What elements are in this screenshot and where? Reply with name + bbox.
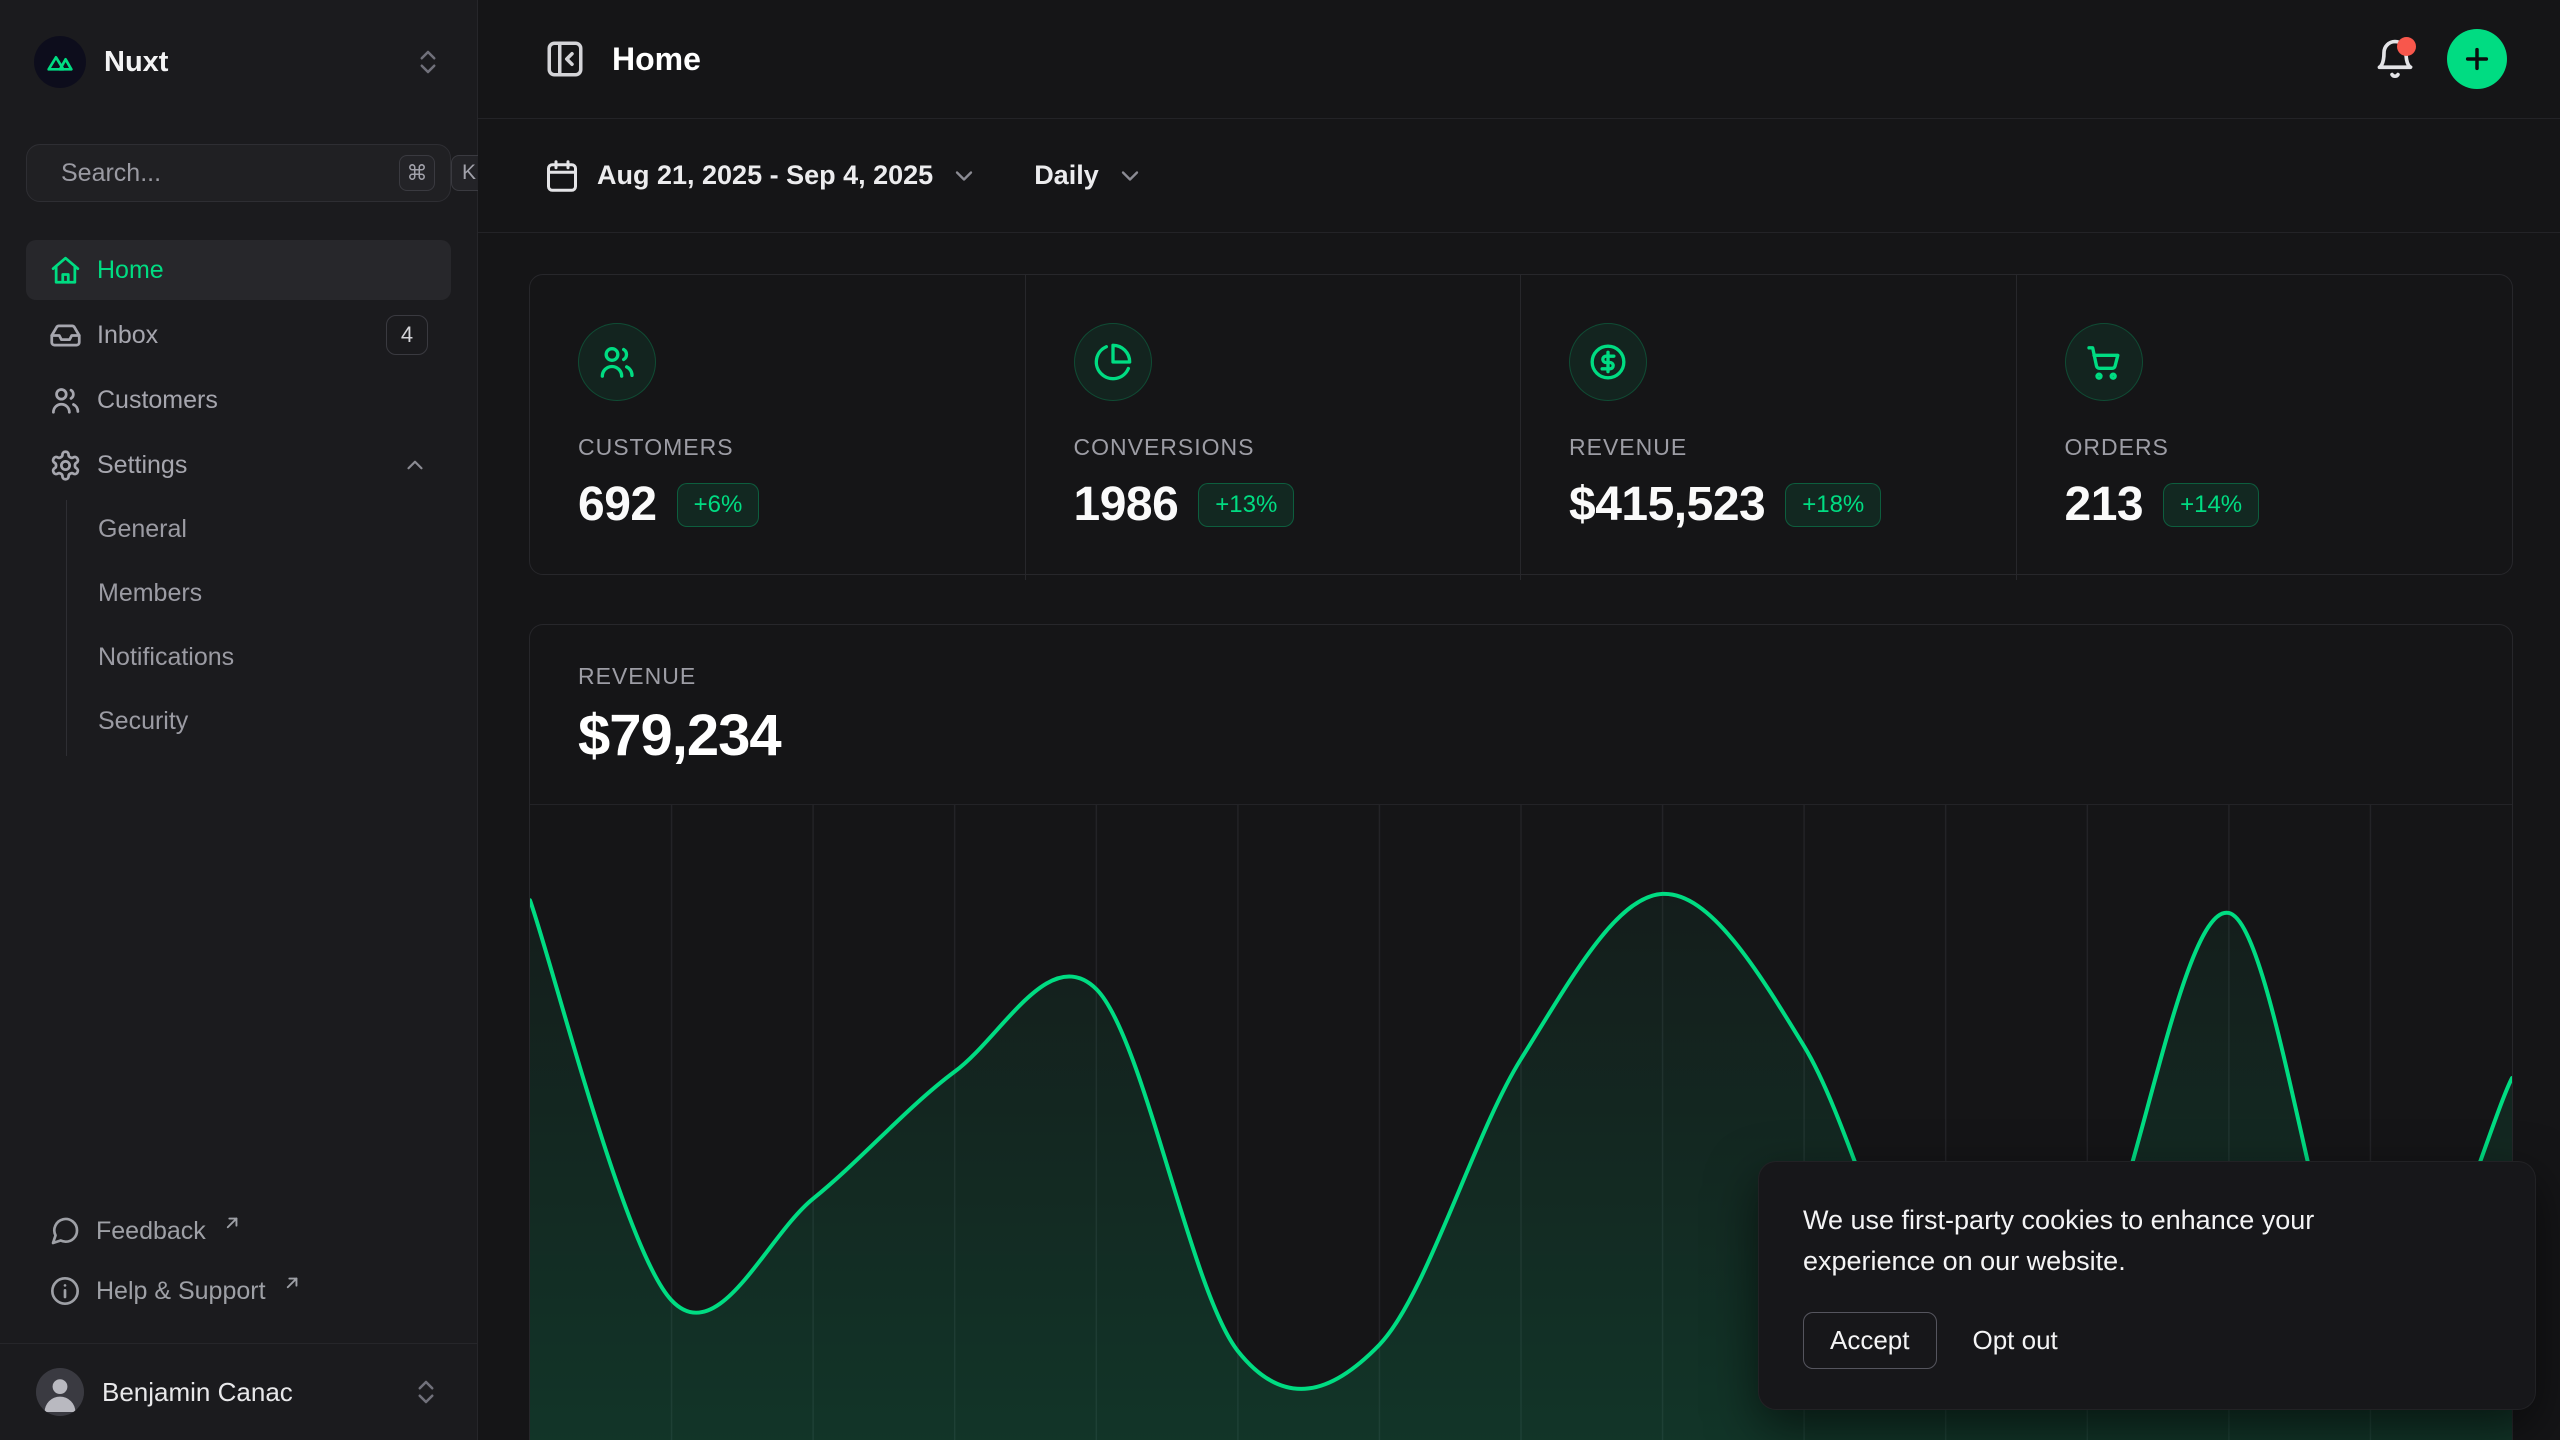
chevron-down-icon: [1116, 162, 1144, 190]
sidebar-item-inbox[interactable]: Inbox 4: [26, 305, 451, 365]
workspace-switcher[interactable]: Nuxt: [26, 30, 451, 94]
collapse-sidebar-icon[interactable]: [544, 38, 586, 80]
notification-dot: [2397, 37, 2416, 56]
sidebar-item-customers[interactable]: Customers: [26, 370, 451, 430]
stat-value: 213: [2065, 477, 2144, 532]
sidebar-item-home[interactable]: Home: [26, 240, 451, 300]
revenue-label: REVENUE: [578, 663, 2464, 690]
external-link-icon: [283, 1273, 302, 1292]
chevrons-up-down-icon: [411, 1377, 441, 1407]
granularity-label: Daily: [1034, 160, 1099, 191]
revenue-panel-header: REVENUE $79,234: [530, 625, 2512, 804]
stat-card-orders: ORDERS 213 +14%: [2017, 275, 2513, 580]
stat-value: $415,523: [1569, 477, 1765, 532]
user-avatar: [36, 1368, 84, 1416]
notifications-button[interactable]: [2373, 37, 2417, 81]
sidebar-spacer: [26, 756, 451, 1201]
sidebar-nav: Home Inbox 4 Customers Settings General …: [26, 240, 451, 756]
stat-delta-badge: +14%: [2163, 483, 2259, 527]
search-input[interactable]: [61, 159, 383, 188]
kbd-cmd: ⌘: [399, 155, 435, 191]
dollar-circle-icon: [1569, 323, 1647, 401]
optout-cookies-button[interactable]: Opt out: [1973, 1313, 2058, 1368]
stat-label: CONVERSIONS: [1074, 434, 1473, 461]
calendar-icon: [544, 158, 580, 194]
add-button[interactable]: [2447, 29, 2507, 89]
date-range-picker[interactable]: Aug 21, 2025 - Sep 4, 2025: [544, 158, 978, 194]
sidebar-item-label: Members: [98, 579, 202, 608]
inbox-count-badge: 4: [386, 315, 428, 355]
chevron-up-icon: [402, 452, 428, 478]
info-circle-icon: [49, 1275, 81, 1307]
page-title: Home: [612, 41, 701, 78]
sidebar-item-label: Inbox: [97, 321, 158, 350]
revenue-value: $79,234: [578, 702, 2464, 769]
stat-value: 1986: [1074, 477, 1179, 532]
sidebar-item-label: Home: [97, 256, 164, 285]
chevrons-up-down-icon: [413, 47, 443, 77]
gear-icon: [49, 449, 82, 482]
sidebar-item-settings[interactable]: Settings: [26, 435, 451, 495]
granularity-select[interactable]: Daily: [1034, 160, 1144, 191]
stat-delta-badge: +18%: [1785, 483, 1881, 527]
date-range-label: Aug 21, 2025 - Sep 4, 2025: [597, 160, 933, 191]
chevron-down-icon: [950, 162, 978, 190]
accept-cookies-button[interactable]: Accept: [1803, 1312, 1937, 1369]
sidebar-item-members[interactable]: Members: [67, 564, 451, 622]
stat-card-revenue: REVENUE $415,523 +18%: [1521, 275, 2017, 580]
header-actions: [2373, 29, 2507, 89]
nuxt-logo-icon: [34, 36, 86, 88]
search-bar[interactable]: ⌘ K: [26, 144, 451, 202]
filters-toolbar: Aug 21, 2025 - Sep 4, 2025 Daily: [478, 119, 2560, 233]
pie-chart-icon: [1074, 323, 1152, 401]
sidebar-item-label: Notifications: [98, 643, 234, 672]
feedback-link[interactable]: Feedback: [26, 1201, 451, 1261]
stat-label: CUSTOMERS: [578, 434, 977, 461]
feedback-label: Feedback: [96, 1217, 206, 1246]
plus-icon: [2461, 43, 2493, 75]
sidebar-item-notifications[interactable]: Notifications: [67, 628, 451, 686]
external-link-icon: [223, 1213, 242, 1232]
stat-value: 692: [578, 477, 657, 532]
workspace-name: Nuxt: [104, 46, 395, 79]
stat-label: ORDERS: [2065, 434, 2465, 461]
stat-card-customers: CUSTOMERS 692 +6%: [530, 275, 1026, 580]
cookie-actions: Accept Opt out: [1803, 1312, 2491, 1369]
user-name: Benjamin Canac: [102, 1377, 393, 1408]
chat-bubble-icon: [49, 1215, 81, 1247]
shopping-cart-icon: [2065, 323, 2143, 401]
sidebar: Nuxt ⌘ K Home Inbox 4 Customers Settings…: [0, 0, 478, 1440]
sidebar-item-security[interactable]: Security: [67, 692, 451, 750]
page-header: Home: [478, 0, 2560, 119]
stat-delta-badge: +13%: [1198, 483, 1294, 527]
stat-delta-badge: +6%: [677, 483, 760, 527]
users-circle-icon: [578, 323, 656, 401]
user-menu[interactable]: Benjamin Canac: [26, 1344, 451, 1440]
help-support-link[interactable]: Help & Support: [26, 1261, 451, 1321]
sidebar-footer-links: Feedback Help & Support: [26, 1201, 451, 1343]
stats-row: CUSTOMERS 692 +6% CONVERSIONS 1986 +13%: [529, 274, 2513, 575]
settings-submenu: General Members Notifications Security: [66, 500, 451, 756]
sidebar-item-label: General: [98, 515, 187, 544]
cookie-message: We use first-party cookies to enhance yo…: [1803, 1200, 2443, 1282]
stat-label: REVENUE: [1569, 434, 1968, 461]
sidebar-item-general[interactable]: General: [67, 500, 451, 558]
inbox-icon: [49, 319, 82, 352]
cookie-banner: We use first-party cookies to enhance yo…: [1758, 1161, 2536, 1410]
sidebar-item-label: Security: [98, 707, 188, 736]
users-icon: [49, 384, 82, 417]
stat-card-conversions: CONVERSIONS 1986 +13%: [1026, 275, 1522, 580]
sidebar-item-label: Customers: [97, 386, 218, 415]
sidebar-item-label: Settings: [97, 451, 187, 480]
home-icon: [49, 254, 82, 287]
help-support-label: Help & Support: [96, 1277, 266, 1306]
